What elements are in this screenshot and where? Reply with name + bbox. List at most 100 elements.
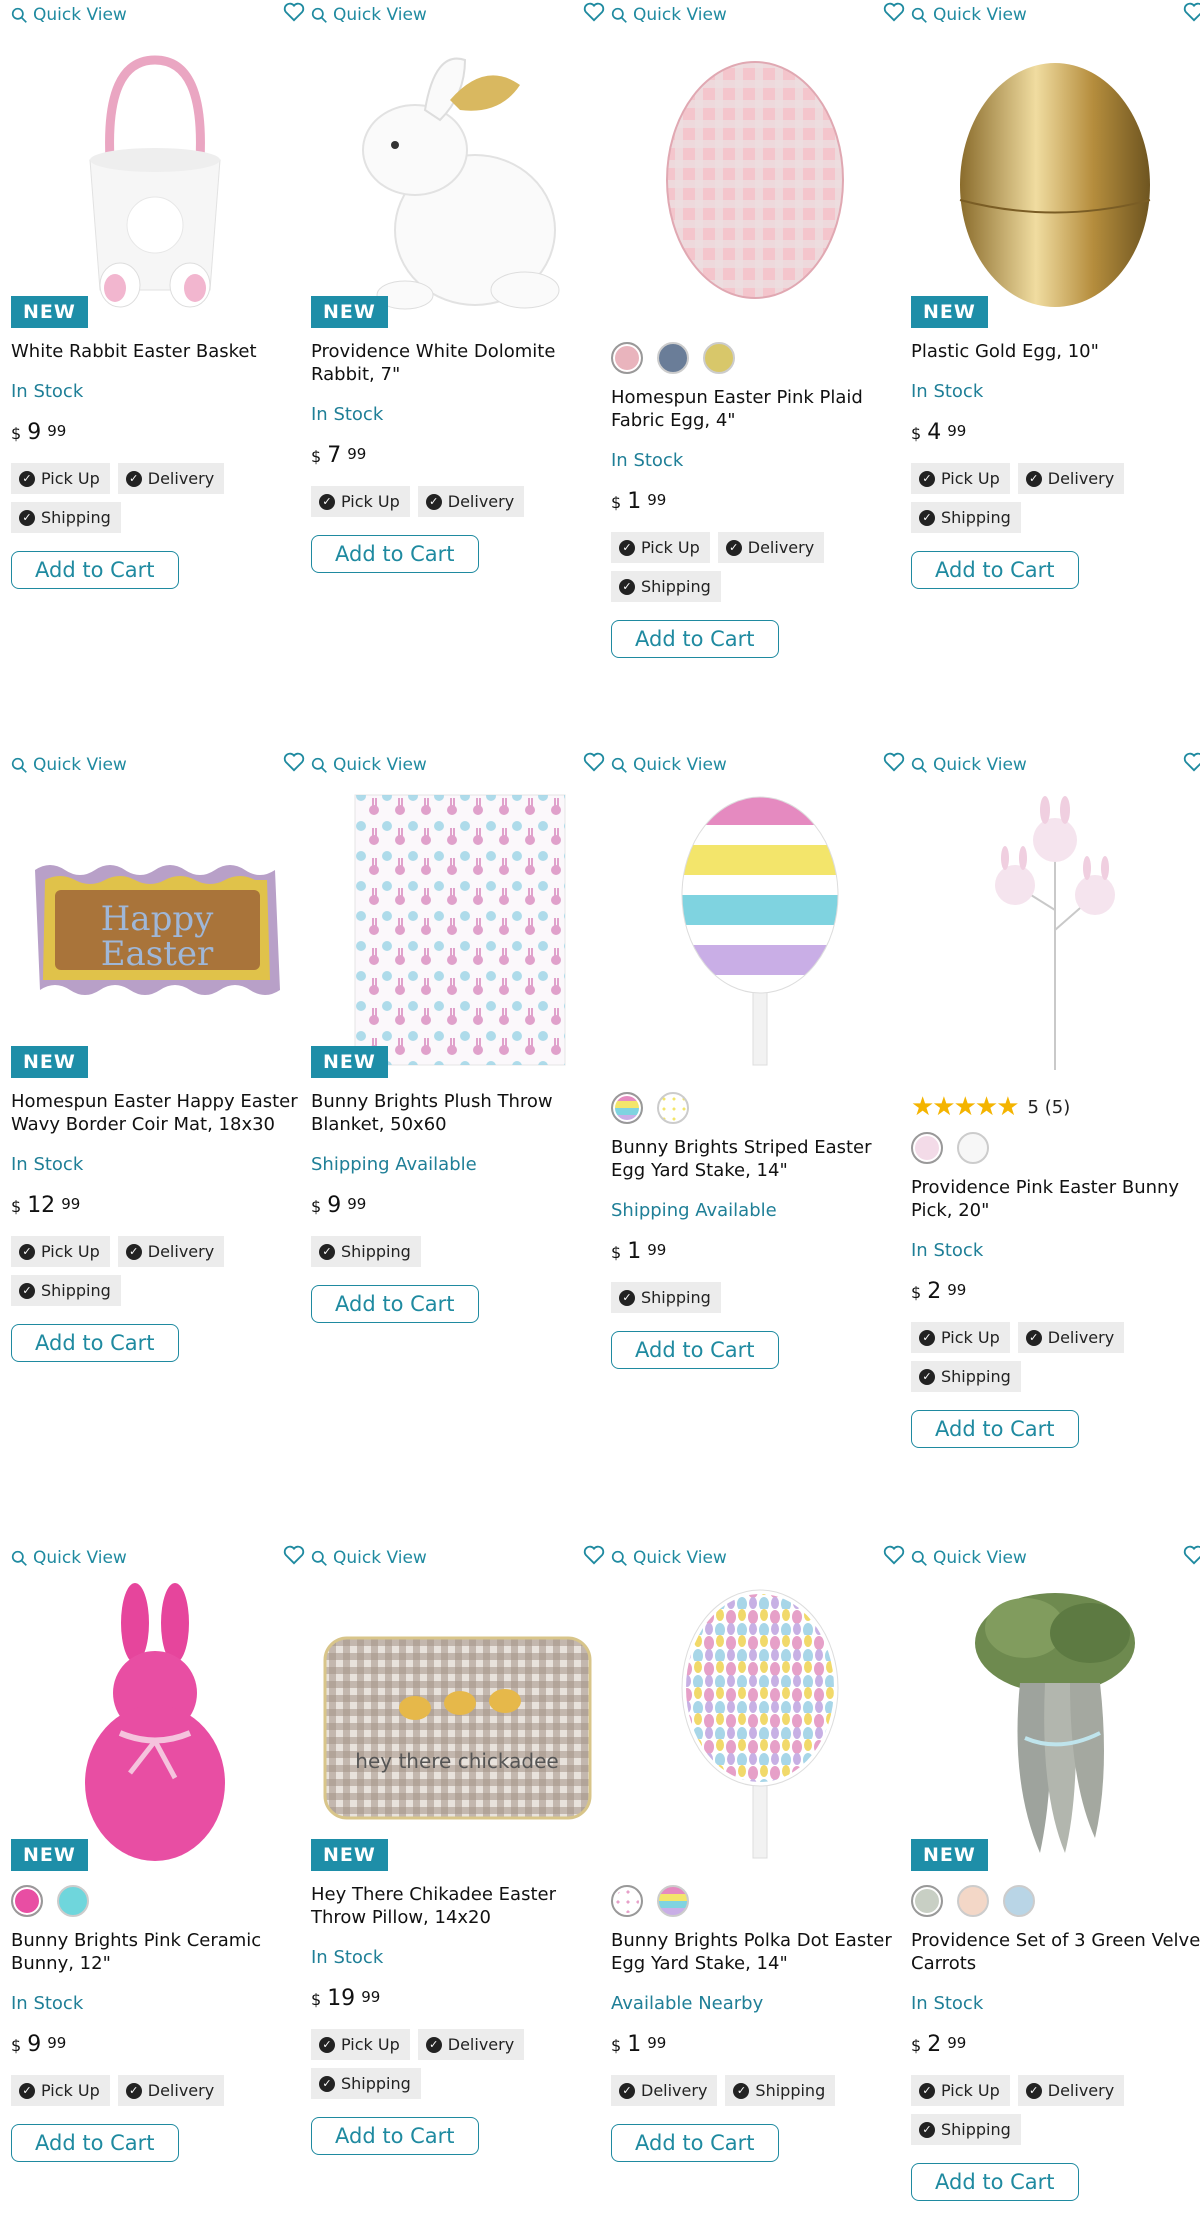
quick-view-label: Quick View bbox=[633, 1548, 727, 1568]
quick-view-link[interactable]: Quick View bbox=[911, 1548, 1027, 1568]
delivery-chip: ✓ Delivery bbox=[117, 463, 225, 494]
product-title[interactable]: Bunny Brights Pink Ceramic Bunny, 12" bbox=[11, 1929, 311, 1975]
quick-view-label: Quick View bbox=[933, 1548, 1027, 1568]
swatch-peach[interactable] bbox=[957, 1885, 989, 1917]
heart-icon[interactable] bbox=[1183, 2, 1200, 22]
quick-view-link[interactable]: Quick View bbox=[11, 5, 127, 25]
product-image[interactable] bbox=[911, 40, 1199, 320]
stock-status: In Stock bbox=[11, 1154, 84, 1175]
add-to-cart-button[interactable]: Add to Cart bbox=[311, 1285, 479, 1323]
product-image[interactable] bbox=[11, 1583, 299, 1863]
add-to-cart-button[interactable]: Add to Cart bbox=[11, 2124, 179, 2162]
stock-status: In Stock bbox=[11, 381, 84, 402]
heart-icon[interactable] bbox=[1183, 752, 1200, 772]
quick-view-label: Quick View bbox=[33, 755, 127, 775]
add-to-cart-button[interactable]: Add to Cart bbox=[611, 1331, 779, 1369]
swatch-pink[interactable] bbox=[11, 1885, 43, 1917]
add-to-cart-button[interactable]: Add to Cart bbox=[911, 551, 1079, 589]
quick-view-link[interactable]: Quick View bbox=[611, 755, 727, 775]
swatch-blue-plaid[interactable] bbox=[657, 342, 689, 374]
swatch-striped[interactable] bbox=[611, 1092, 643, 1124]
swatch-green[interactable] bbox=[911, 1885, 943, 1917]
price: $1 99 bbox=[611, 2032, 667, 2057]
swatch-white[interactable] bbox=[957, 1132, 989, 1164]
quick-view-link[interactable]: Quick View bbox=[311, 1548, 427, 1568]
swatch-striped[interactable] bbox=[657, 1885, 689, 1917]
product-image[interactable] bbox=[911, 1583, 1199, 1863]
quick-view-label: Quick View bbox=[333, 1548, 427, 1568]
price: $9 99 bbox=[311, 1193, 367, 1218]
swatch-yellow-plaid[interactable] bbox=[703, 342, 735, 374]
quick-view-link[interactable]: Quick View bbox=[11, 1548, 127, 1568]
swatch-pink-plaid[interactable] bbox=[611, 342, 643, 374]
product-image[interactable]: hey there chickadee bbox=[311, 1583, 599, 1863]
rating[interactable]: ★★★★★ 5 (5) bbox=[911, 1092, 1200, 1122]
price: $9 99 bbox=[11, 2032, 67, 2057]
quick-view-link[interactable]: Quick View bbox=[311, 755, 427, 775]
heart-icon[interactable] bbox=[583, 752, 605, 772]
add-to-cart-button[interactable]: Add to Cart bbox=[311, 535, 479, 573]
heart-icon[interactable] bbox=[883, 752, 905, 772]
product-image[interactable] bbox=[611, 1583, 899, 1863]
heart-icon[interactable] bbox=[883, 2, 905, 22]
add-to-cart-button[interactable]: Add to Cart bbox=[611, 620, 779, 658]
swatch-polka-dot[interactable] bbox=[611, 1885, 643, 1917]
heart-icon[interactable] bbox=[883, 1545, 905, 1565]
search-icon bbox=[611, 7, 627, 23]
fulfillment-options: ✓ Pick Up ✓ Delivery ✓ Shipping bbox=[911, 463, 1171, 533]
swatch-teal[interactable] bbox=[57, 1885, 89, 1917]
add-to-cart-button[interactable]: Add to Cart bbox=[11, 1324, 179, 1362]
add-to-cart-button[interactable]: Add to Cart bbox=[611, 2124, 779, 2162]
product-title[interactable]: White Rabbit Easter Basket bbox=[11, 340, 311, 363]
product-title[interactable]: Homespun Easter Happy Easter Wavy Border… bbox=[11, 1090, 311, 1136]
rating-count: 5 (5) bbox=[1027, 1096, 1071, 1118]
product-image[interactable] bbox=[11, 40, 299, 320]
product-image[interactable]: Happy Easter bbox=[11, 790, 299, 1070]
check-icon: ✓ bbox=[919, 2082, 935, 2099]
quick-view-link[interactable]: Quick View bbox=[611, 1548, 727, 1568]
product-title[interactable]: Plastic Gold Egg, 10" bbox=[911, 340, 1200, 363]
search-icon bbox=[911, 1550, 927, 1566]
add-to-cart-button[interactable]: Add to Cart bbox=[11, 551, 179, 589]
product-image[interactable] bbox=[611, 40, 899, 320]
heart-icon[interactable] bbox=[583, 1545, 605, 1565]
product-title[interactable]: Bunny Brights Polka Dot Easter Egg Yard … bbox=[611, 1929, 911, 1975]
add-to-cart-button[interactable]: Add to Cart bbox=[911, 2163, 1079, 2201]
product-image[interactable] bbox=[311, 790, 599, 1070]
product-title[interactable]: Bunny Brights Plush Throw Blanket, 50x60 bbox=[311, 1090, 611, 1136]
heart-icon[interactable] bbox=[1183, 1545, 1200, 1565]
quick-view-link[interactable]: Quick View bbox=[611, 5, 727, 25]
check-icon: ✓ bbox=[19, 509, 35, 526]
swatch-blue[interactable] bbox=[1003, 1885, 1035, 1917]
product-title[interactable]: Homespun Easter Pink Plaid Fabric Egg, 4… bbox=[611, 386, 911, 432]
product-image[interactable] bbox=[911, 790, 1199, 1070]
swatch-polka-dot[interactable] bbox=[657, 1092, 689, 1124]
fulfillment-options: ✓ Pick Up ✓ Delivery ✓ Shipping bbox=[911, 2075, 1171, 2145]
fulfillment-options: ✓ Pick Up ✓ Delivery ✓ Shipping bbox=[11, 1236, 271, 1306]
heart-icon[interactable] bbox=[283, 2, 305, 22]
fulfillment-options: ✓ Pick Up ✓ Delivery ✓ Shipping bbox=[311, 2029, 571, 2099]
quick-view-link[interactable]: Quick View bbox=[911, 5, 1027, 25]
product-image[interactable] bbox=[611, 790, 899, 1070]
pickup-chip: ✓ Pick Up bbox=[11, 2075, 110, 2106]
quick-view-link[interactable]: Quick View bbox=[311, 5, 427, 25]
add-to-cart-button[interactable]: Add to Cart bbox=[311, 2117, 479, 2155]
heart-icon[interactable] bbox=[283, 1545, 305, 1565]
product-title[interactable]: Providence Pink Easter Bunny Pick, 20" bbox=[911, 1176, 1200, 1222]
quick-view-link[interactable]: Quick View bbox=[911, 755, 1027, 775]
product-image[interactable] bbox=[311, 40, 599, 320]
heart-icon[interactable] bbox=[583, 2, 605, 22]
add-to-cart-button[interactable]: Add to Cart bbox=[911, 1410, 1079, 1448]
new-badge: NEW bbox=[311, 1046, 388, 1078]
product-title[interactable]: Providence White Dolomite Rabbit, 7" bbox=[311, 340, 611, 386]
product-title[interactable]: Bunny Brights Striped Easter Egg Yard St… bbox=[611, 1136, 911, 1182]
search-icon bbox=[911, 757, 927, 773]
search-icon bbox=[11, 757, 27, 773]
swatch-pink[interactable] bbox=[911, 1132, 943, 1164]
shipping-chip: ✓ Shipping bbox=[725, 2075, 836, 2106]
product-title[interactable]: Providence Set of 3 Green Velvet Carrots bbox=[911, 1929, 1200, 1975]
heart-icon[interactable] bbox=[283, 752, 305, 772]
product-title[interactable]: Hey There Chikadee Easter Throw Pillow, … bbox=[311, 1883, 611, 1929]
check-icon: ✓ bbox=[1025, 470, 1042, 487]
quick-view-link[interactable]: Quick View bbox=[11, 755, 127, 775]
